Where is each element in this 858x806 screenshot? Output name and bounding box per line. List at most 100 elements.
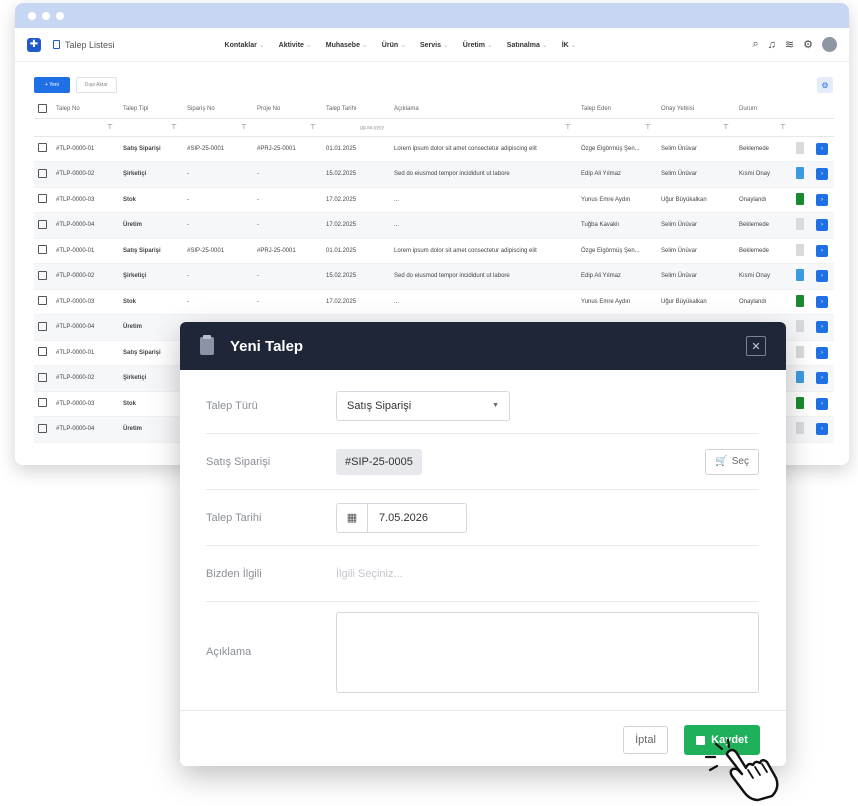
table-row[interactable]: #TLP-0000-03 Stok - -17.02.2025... Yunus Emr… <box>34 289 834 315</box>
app-logo-icon[interactable]: ✚ <box>27 37 41 52</box>
menu-item-uretim[interactable]: Üretim <box>463 41 493 49</box>
project-no[interactable]: - <box>253 212 322 239</box>
settings-icon[interactable]: ⚙ <box>817 77 833 93</box>
open-row-icon[interactable]: › <box>816 244 828 257</box>
open-row-icon[interactable]: › <box>816 168 828 181</box>
row-checkbox[interactable] <box>38 219 47 229</box>
request-no[interactable]: #TLP-0000-01 <box>52 340 119 366</box>
row-checkbox[interactable] <box>38 347 47 357</box>
row-checkbox[interactable] <box>38 398 47 408</box>
description-textarea[interactable] <box>336 611 759 693</box>
request-no[interactable]: #TLP-0000-04 <box>52 416 119 443</box>
menu-item-aktivite[interactable]: Aktivite <box>279 41 312 49</box>
order-no[interactable]: #SIP-25-0001 <box>183 238 253 264</box>
request-no[interactable]: #TLP-0000-02 <box>52 365 119 392</box>
column-header[interactable]: Onay Yetkisi <box>657 101 735 119</box>
request-no[interactable]: #TLP-0000-04 <box>52 212 119 239</box>
project-no[interactable]: - <box>253 161 322 188</box>
order-no[interactable]: - <box>183 289 253 315</box>
open-row-icon[interactable]: › <box>816 372 828 385</box>
search-icon[interactable]: ⌕ <box>752 38 758 51</box>
request-no[interactable]: #TLP-0000-04 <box>52 314 119 341</box>
project-no[interactable]: #PRJ-25-0001 <box>253 136 322 162</box>
cancel-button[interactable]: İptal <box>623 726 668 754</box>
row-checkbox[interactable] <box>38 423 47 433</box>
table-row[interactable]: #TLP-0000-01 Satış Siparişi #SIP-25-0001 #P… <box>34 238 834 264</box>
filter-icon[interactable]: ⊤ <box>577 118 657 137</box>
project-no[interactable]: - <box>253 187 322 213</box>
request-date-input[interactable]: ▦ 7.05.2026 <box>336 502 467 533</box>
request-no[interactable]: #TLP-0000-03 <box>52 289 119 315</box>
request-no[interactable]: #TLP-0000-01 <box>52 136 119 162</box>
chart-icon[interactable]: ≋ <box>785 38 794 51</box>
row-checkbox[interactable] <box>38 168 47 178</box>
column-header[interactable]: Açıklama <box>390 101 577 119</box>
calendar-icon[interactable]: ▦ <box>337 503 368 532</box>
avatar[interactable] <box>822 37 837 52</box>
open-row-icon[interactable]: › <box>816 270 828 283</box>
filter-icon[interactable]: ⊤ <box>390 118 577 137</box>
gear-icon[interactable]: ⚙ <box>803 38 813 51</box>
order-no[interactable]: #SIP-25-0001 <box>183 136 253 162</box>
table-row[interactable]: #TLP-0000-03 Stok - -17.02.2025... Yunus Emr… <box>34 187 834 213</box>
close-icon[interactable]: ✕ <box>746 336 766 356</box>
open-row-icon[interactable]: › <box>816 346 828 359</box>
new-button[interactable]: + Yeni <box>34 77 70 93</box>
row-checkbox[interactable] <box>38 270 47 280</box>
order-no[interactable]: - <box>183 161 253 188</box>
row-checkbox[interactable] <box>38 296 47 306</box>
related-select[interactable]: İlgili Seçiniz... <box>336 568 403 580</box>
filter-icon[interactable]: ⊤ <box>735 118 792 137</box>
table-row[interactable]: #TLP-0000-01 Satış Siparişi #SIP-25-0001 #P… <box>34 136 834 162</box>
row-checkbox[interactable] <box>38 372 47 382</box>
request-type-select[interactable]: Satış Siparişi ▼ <box>336 390 510 421</box>
table-row[interactable]: #TLP-0000-02 Şirketiçi - -15.02.2025 Sed do … <box>34 161 834 188</box>
export-button[interactable]: Dışa Aktar <box>75 77 117 93</box>
filter-icon[interactable]: ⊤ <box>119 118 183 137</box>
open-row-icon[interactable]: › <box>816 423 828 436</box>
menu-item-urun[interactable]: Ürün <box>382 41 406 49</box>
select-all-checkbox[interactable] <box>38 103 47 113</box>
menu-item-ik[interactable]: İK <box>562 41 577 49</box>
request-no[interactable]: #TLP-0000-03 <box>52 391 119 417</box>
menu-item-servis[interactable]: Servis <box>420 41 449 49</box>
column-header[interactable]: Talep Eden <box>577 101 657 119</box>
open-row-icon[interactable]: › <box>816 219 828 232</box>
column-header[interactable]: Talep No <box>52 101 119 119</box>
menu-item-satinalma[interactable]: Satınalma <box>507 41 548 49</box>
select-order-button[interactable]: 🛒 Seç <box>705 448 759 475</box>
row-checkbox[interactable] <box>38 321 47 331</box>
order-no[interactable]: - <box>183 212 253 239</box>
project-no[interactable]: - <box>253 263 322 290</box>
date-filter[interactable]: gg.aa.yyyy <box>322 118 390 137</box>
order-no[interactable]: - <box>183 187 253 213</box>
row-checkbox[interactable] <box>38 143 47 153</box>
menu-item-kontaklar[interactable]: Kontaklar <box>225 41 265 49</box>
filter-icon[interactable]: ⊤ <box>253 118 322 137</box>
request-no[interactable]: #TLP-0000-02 <box>52 161 119 188</box>
open-row-icon[interactable]: › <box>816 321 828 334</box>
table-row[interactable]: #TLP-0000-04 Üretim - -17.02.2025... Tuğba K… <box>34 212 834 239</box>
open-row-icon[interactable]: › <box>816 295 828 308</box>
column-header[interactable]: Talep Tarihi <box>322 101 390 119</box>
project-no[interactable]: #PRJ-25-0001 <box>253 238 322 264</box>
request-no[interactable]: #TLP-0000-03 <box>52 187 119 213</box>
row-checkbox[interactable] <box>38 194 47 204</box>
column-header[interactable]: Sipariş No <box>183 101 253 119</box>
open-row-icon[interactable]: › <box>816 193 828 206</box>
order-no[interactable]: - <box>183 263 253 290</box>
request-no[interactable]: #TLP-0000-01 <box>52 238 119 264</box>
open-row-icon[interactable]: › <box>816 397 828 410</box>
project-no[interactable]: - <box>253 289 322 315</box>
menu-item-muhasebe[interactable]: Muhasebe <box>326 41 368 49</box>
open-row-icon[interactable]: › <box>816 142 828 155</box>
filter-icon[interactable]: ⊤ <box>657 118 735 137</box>
filter-icon[interactable]: ⊤ <box>183 118 253 137</box>
bell-icon[interactable]: ♫ <box>768 39 776 51</box>
column-header[interactable]: Durum <box>735 101 792 119</box>
column-header[interactable]: Proje No <box>253 101 322 119</box>
request-no[interactable]: #TLP-0000-02 <box>52 263 119 290</box>
filter-icon[interactable]: ⊤ <box>52 118 119 137</box>
row-checkbox[interactable] <box>38 245 47 255</box>
column-header[interactable]: Talep Tipi <box>119 101 183 119</box>
